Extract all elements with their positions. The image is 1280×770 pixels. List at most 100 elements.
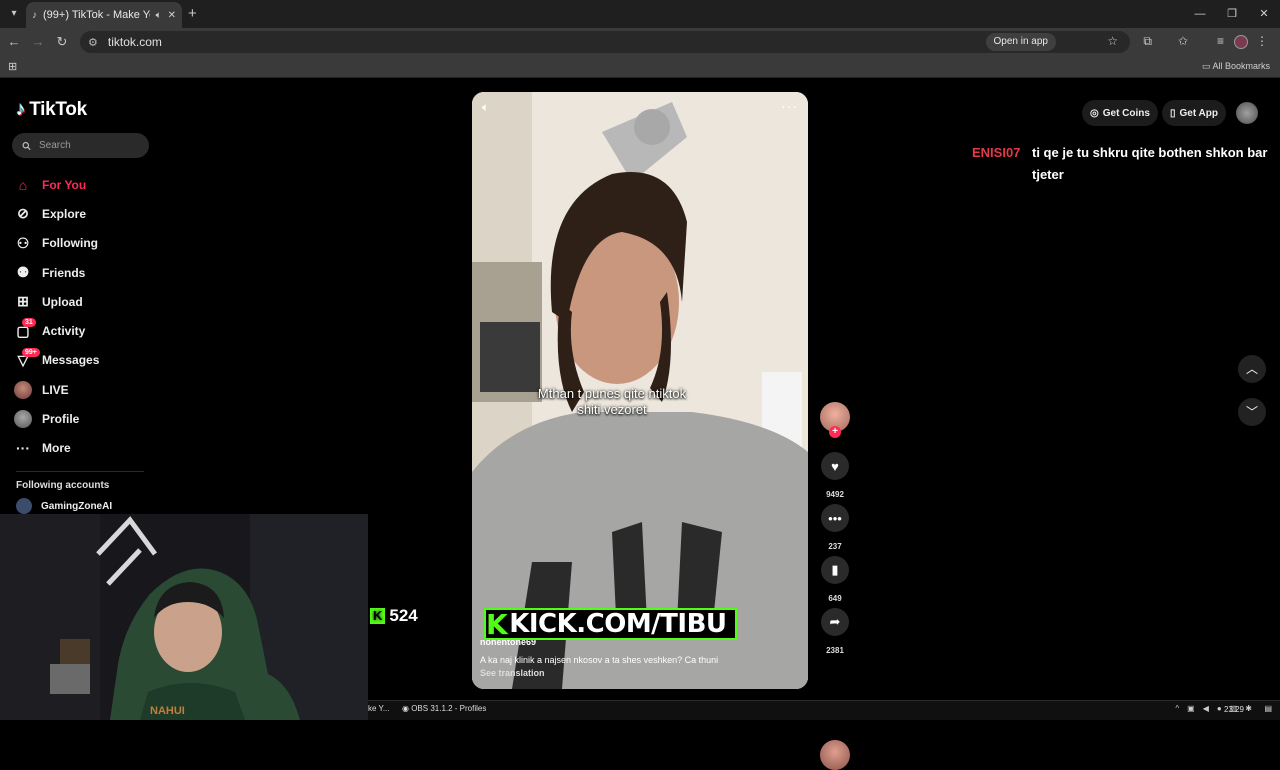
sidebar-item-following[interactable]: ⚇ Following xyxy=(14,229,174,258)
get-coins-button[interactable]: ◎ Get Coins xyxy=(1082,100,1158,126)
sidebar-item-more[interactable]: ··· More xyxy=(14,434,174,463)
next-video-button[interactable]: ﹀ xyxy=(1238,398,1266,426)
sidebar-item-label: Friends xyxy=(42,265,86,280)
creator-avatar[interactable]: + xyxy=(820,402,850,438)
comment-button[interactable]: ••• 237 xyxy=(818,504,852,551)
tray-chevron-icon[interactable]: ^ xyxy=(1175,704,1179,713)
back-icon[interactable]: ← xyxy=(6,34,22,50)
close-window-icon[interactable]: ✕ xyxy=(1248,0,1280,28)
video-description: A ka naj klinik a najsen nkosov a ta she… xyxy=(480,655,719,665)
sidebar-item-upload[interactable]: ⊞ Upload xyxy=(14,287,174,316)
tray-camera-icon[interactable]: ▣ xyxy=(1187,704,1195,713)
favorites-icon[interactable]: ✩ xyxy=(1178,34,1188,48)
extensions-icon[interactable]: ⧉ xyxy=(1143,34,1152,49)
top-right-actions: ◎ Get Coins ▯ Get App xyxy=(1082,100,1258,126)
comment-icon: ••• xyxy=(821,504,849,532)
get-coins-label: Get Coins xyxy=(1102,107,1150,119)
phone-icon: ▯ xyxy=(1169,107,1176,119)
tray-mic-icon[interactable]: ● xyxy=(1217,704,1222,713)
following-accounts-title: Following accounts xyxy=(16,480,110,491)
chevron-up-icon: ︿ xyxy=(1245,362,1258,376)
tiktok-note-icon: ♪ xyxy=(16,99,26,120)
sidebar-item-label: Messages xyxy=(42,353,100,368)
sidebar-item-label: Activity xyxy=(42,324,86,339)
music-disc-avatar[interactable] xyxy=(820,740,850,770)
upload-icon: ⊞ xyxy=(17,293,29,310)
following-account-item[interactable]: GamingZoneAI xyxy=(16,498,112,514)
live-avatar xyxy=(14,380,32,399)
activity-badge: 31 xyxy=(22,318,36,328)
volume-icon[interactable]: 🔈︎ xyxy=(482,100,489,115)
chat-message-line-1: ti qe je tu shkru qite bothen shkon bar xyxy=(1032,145,1268,160)
webcam-image: NAHUI xyxy=(0,514,368,720)
url-text: tiktok.com xyxy=(107,35,162,49)
all-bookmarks-button[interactable]: ▭ All Bookmarks xyxy=(1202,61,1270,72)
video-player[interactable]: 🔈︎ ··· Mthan t punes qite ntiktok shiti … xyxy=(472,92,808,689)
sidebar-item-messages[interactable]: ▽ 99+ Messages xyxy=(14,346,174,375)
tray-volume-icon[interactable]: ◀ xyxy=(1203,704,1209,713)
taskbar-app-obs[interactable]: ◉ OBS 31.1.2 - Profiles xyxy=(402,704,486,713)
kick-logo-icon: K xyxy=(370,608,386,624)
reload-icon[interactable]: ↻ xyxy=(54,34,70,50)
tray-bluetooth-icon[interactable]: ✱ xyxy=(1245,704,1252,713)
home-icon: ⌂ xyxy=(18,176,28,193)
close-tab-icon[interactable]: ✕ xyxy=(168,10,176,21)
notification-icon[interactable]: ▤ xyxy=(1264,704,1272,713)
account-name: GamingZoneAI xyxy=(41,500,113,512)
restore-icon[interactable]: ❐ xyxy=(1216,0,1248,28)
all-bookmarks-label: All Bookmarks xyxy=(1212,61,1270,71)
sidebar-item-explore[interactable]: ⊘ Explore xyxy=(14,199,174,228)
address-bar[interactable]: ⚙ tiktok.com xyxy=(80,31,1130,53)
sidebar-item-label: Following xyxy=(42,236,98,251)
speaker-icon[interactable]: 🔈︎ xyxy=(156,10,162,21)
open-in-app-label: Open in app xyxy=(993,36,1049,47)
site-info-icon[interactable]: ⚙ xyxy=(88,36,98,49)
open-in-app-button[interactable]: Open in app xyxy=(985,33,1056,51)
get-app-button[interactable]: ▯ Get App xyxy=(1161,100,1226,126)
compass-icon: ⊘ xyxy=(17,205,29,222)
share-icon: ➦ xyxy=(821,608,849,636)
viewer-count-value: 524 xyxy=(389,606,418,625)
bookmark-star-icon[interactable]: ☆ xyxy=(1107,34,1118,48)
previous-video-button[interactable]: ︿ xyxy=(1238,355,1266,383)
new-tab-icon[interactable]: + xyxy=(188,5,197,22)
taskbar-clock: 23:29 xyxy=(1223,705,1244,714)
save-count: 649 xyxy=(828,594,842,603)
search-box[interactable] xyxy=(12,133,149,158)
browser-tab-tiktok[interactable]: ♪ (99+) TikTok - Make Your Day 🔈︎ ✕ xyxy=(26,2,182,28)
follow-plus-icon[interactable]: + xyxy=(829,426,841,438)
video-caption: Mthan t punes qite ntiktok shiti vezoret xyxy=(512,386,712,418)
window-controls: — ❐ ✕ xyxy=(1184,0,1280,28)
messages-badge: 99+ xyxy=(22,347,40,357)
viewer-count: K 524 xyxy=(370,606,418,626)
get-app-label: Get App xyxy=(1179,107,1218,119)
chat-username: ENISI07 xyxy=(972,145,1021,160)
sidebar-item-for-you[interactable]: ⌂ For You xyxy=(14,170,174,199)
taskbar-app-browser[interactable]: ke Y... xyxy=(368,704,390,713)
like-button[interactable]: ♥ 9492 xyxy=(818,452,852,499)
sidebar-item-friends[interactable]: ⚉ Friends xyxy=(14,258,174,287)
media-control-icon[interactable]: ≡ xyxy=(1217,34,1224,48)
see-translation-link[interactable]: See translation xyxy=(480,668,545,678)
user-avatar[interactable] xyxy=(1236,102,1258,124)
tab-list-icon[interactable]: ▾ xyxy=(6,6,22,22)
save-button[interactable]: ▮ 649 xyxy=(818,556,852,603)
browser-menu-icon[interactable]: ⋮ xyxy=(1256,34,1268,48)
account-avatar xyxy=(16,498,32,514)
share-button[interactable]: ➦ 2381 xyxy=(818,608,852,655)
tiktok-logo[interactable]: ♪ TikTok xyxy=(16,99,87,121)
tab-title: (99+) TikTok - Make Your Day xyxy=(43,9,150,21)
tiktok-favicon-icon: ♪ xyxy=(32,9,37,21)
search-input[interactable] xyxy=(39,140,139,151)
minimize-icon[interactable]: — xyxy=(1184,0,1216,28)
kick-url-text: KICK.COM/TIBU xyxy=(509,609,727,639)
browser-profile-avatar[interactable] xyxy=(1234,35,1248,49)
sidebar-item-live[interactable]: LIVE xyxy=(14,375,174,404)
forward-icon[interactable]: → xyxy=(30,34,46,50)
video-more-icon[interactable]: ··· xyxy=(781,98,798,114)
apps-grid-icon[interactable]: ⊞ xyxy=(8,60,17,73)
bookmarks-bar: ⊞ ▭ All Bookmarks xyxy=(0,56,1280,78)
sidebar-item-activity[interactable]: ▢ 31 Activity xyxy=(14,316,174,345)
sidebar-item-profile[interactable]: Profile xyxy=(14,404,174,433)
chat-message-line-2: tjeter xyxy=(1032,167,1064,182)
